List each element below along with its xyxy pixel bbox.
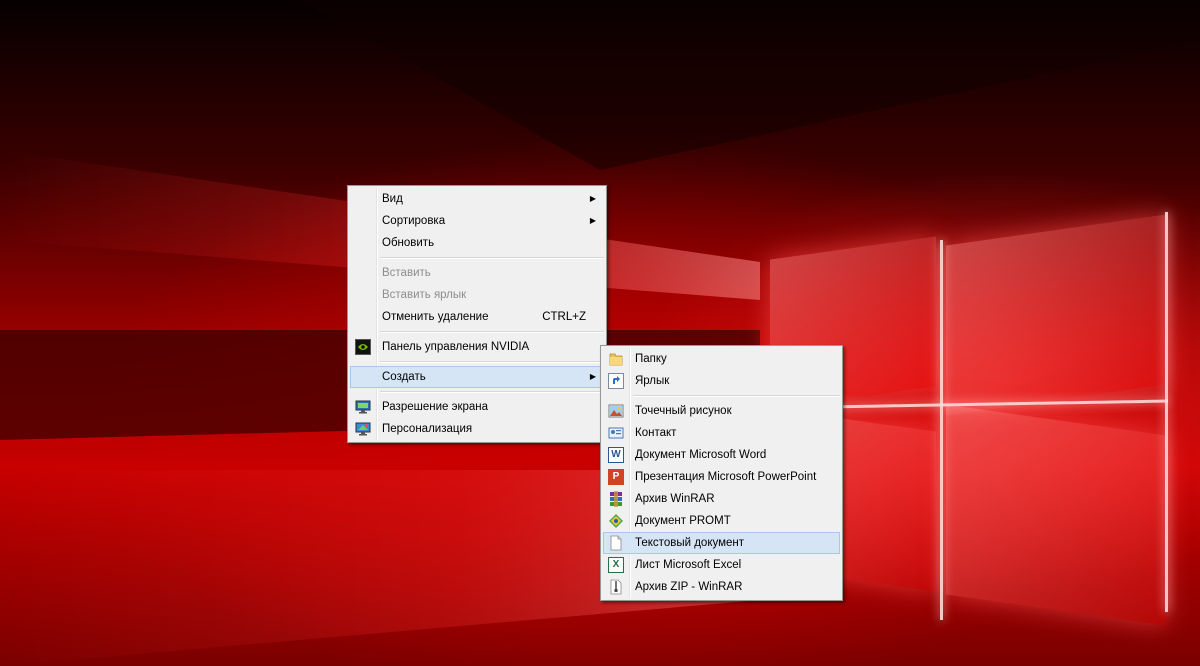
menu-separator	[380, 361, 604, 363]
menu-item-label: Вставить	[382, 267, 431, 279]
menu-item-label: Отменить удаление	[382, 311, 489, 323]
promt-icon	[608, 513, 624, 529]
submenu-item-winrar-archive[interactable]: Архив WinRAR	[603, 488, 840, 510]
menu-item-personalization[interactable]: Персонализация	[350, 418, 604, 440]
powerpoint-icon: P	[608, 469, 624, 485]
submenu-arrow-icon: ▶	[589, 372, 596, 381]
menu-separator	[380, 391, 604, 393]
menu-item-label: Панель управления NVIDIA	[382, 341, 530, 353]
menu-item-label: Документ Microsoft Word	[635, 449, 767, 461]
excel-icon: X	[608, 557, 624, 573]
menu-item-screen-resolution[interactable]: Разрешение экрана	[350, 396, 604, 418]
menu-item-label: Обновить	[382, 237, 435, 249]
menu-item-label: Точечный рисунок	[635, 405, 732, 417]
shortcut-icon	[608, 373, 624, 389]
menu-item-label: Ярлык	[635, 375, 670, 387]
submenu-item-shortcut[interactable]: Ярлык	[603, 370, 840, 392]
menu-item-undo-delete[interactable]: Отменить удаление CTRL+Z	[350, 306, 604, 328]
menu-item-label: Архив ZIP - WinRAR	[635, 581, 743, 593]
menu-item-label: Архив WinRAR	[635, 493, 715, 505]
nvidia-icon	[355, 339, 371, 355]
menu-item-sort[interactable]: Сортировка ▶	[350, 210, 604, 232]
text-document-icon	[608, 535, 624, 551]
display-icon	[355, 399, 371, 415]
bitmap-icon	[608, 403, 624, 419]
menu-item-label: Создать	[382, 371, 426, 383]
windows-logo-edge	[1165, 212, 1168, 612]
submenu-item-powerpoint-presentation[interactable]: P Презентация Microsoft PowerPoint	[603, 466, 840, 488]
menu-item-label: Контакт	[635, 427, 677, 439]
word-icon: W	[608, 447, 624, 463]
menu-item-label: Вставить ярлык	[382, 289, 467, 301]
menu-item-label: Вид	[382, 193, 403, 205]
menu-item-label: Текстовый документ	[635, 537, 745, 549]
submenu-arrow-icon: ▶	[589, 216, 596, 225]
personalization-icon	[355, 421, 371, 437]
menu-item-refresh[interactable]: Обновить	[350, 232, 604, 254]
zip-icon	[608, 579, 624, 595]
submenu-item-word-document[interactable]: W Документ Microsoft Word	[603, 444, 840, 466]
windows-logo-edge	[940, 240, 943, 620]
submenu-item-promt-document[interactable]: Документ PROMT	[603, 510, 840, 532]
submenu-item-contact[interactable]: Контакт	[603, 422, 840, 444]
submenu-arrow-icon: ▶	[589, 194, 596, 203]
menu-separator	[633, 395, 840, 397]
submenu-item-zip-archive[interactable]: Архив ZIP - WinRAR	[603, 576, 840, 598]
menu-item-nvidia-control-panel[interactable]: Панель управления NVIDIA	[350, 336, 604, 358]
submenu-item-folder[interactable]: Папку	[603, 348, 840, 370]
menu-item-label: Презентация Microsoft PowerPoint	[635, 471, 817, 483]
menu-separator	[380, 257, 604, 259]
menu-separator	[380, 331, 604, 333]
menu-item-view[interactable]: Вид ▶	[350, 188, 604, 210]
winrar-icon	[608, 491, 624, 507]
submenu-item-text-document[interactable]: Текстовый документ	[603, 532, 840, 554]
menu-item-label: Документ PROMT	[635, 515, 731, 527]
menu-item-new[interactable]: Создать ▶	[350, 366, 604, 388]
menu-item-label: Лист Microsoft Excel	[635, 559, 742, 571]
windows-logo-pane	[946, 404, 1166, 626]
menu-item-paste-shortcut: Вставить ярлык	[350, 284, 604, 306]
menu-item-label: Разрешение экрана	[382, 401, 489, 413]
submenu-item-bitmap[interactable]: Точечный рисунок	[603, 400, 840, 422]
menu-item-paste: Вставить	[350, 262, 604, 284]
folder-icon	[608, 351, 624, 367]
windows-logo-pane	[946, 214, 1166, 416]
submenu-item-excel-sheet[interactable]: X Лист Microsoft Excel	[603, 554, 840, 576]
menu-item-label: Персонализация	[382, 423, 473, 435]
menu-item-label: Сортировка	[382, 215, 446, 227]
desktop-context-menu: Вид ▶ Сортировка ▶ Обновить Вставить Вст…	[347, 185, 607, 443]
keyboard-shortcut: CTRL+Z	[542, 311, 586, 323]
menu-item-label: Папку	[635, 353, 667, 365]
new-item-submenu: Папку Ярлык Точечный рисунок Контакт W Д…	[600, 345, 843, 601]
contact-icon	[608, 425, 624, 441]
